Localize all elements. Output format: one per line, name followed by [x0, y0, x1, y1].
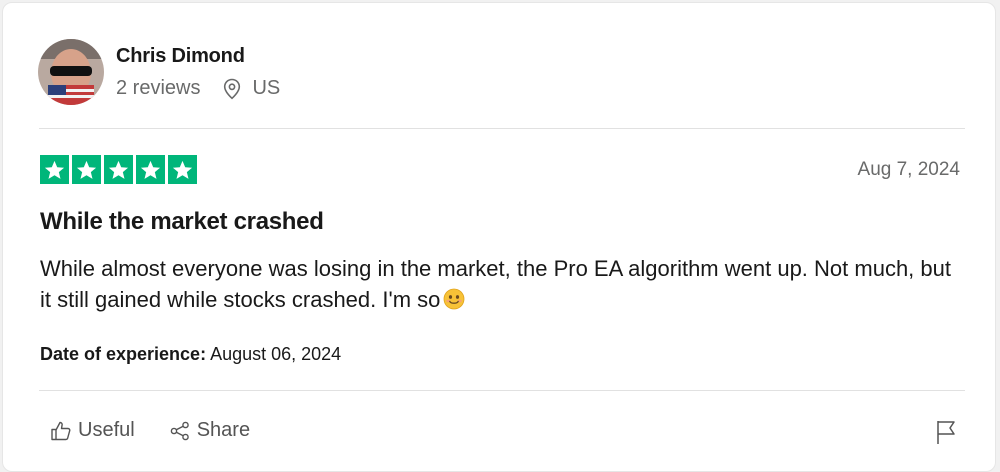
smiley-emoji-icon: [443, 287, 465, 310]
star-icon: [72, 155, 101, 184]
share-label: Share: [196, 419, 251, 441]
useful-button[interactable]: Useful: [50, 419, 135, 442]
share-button[interactable]: Share: [169, 419, 250, 442]
date-of-experience-label: Date of experience:: [40, 344, 207, 364]
reviewer-country: US: [252, 77, 281, 99]
star-icon: [168, 155, 197, 184]
date-of-experience-value: August 06, 2024: [210, 344, 342, 364]
share-icon: [170, 421, 189, 440]
review-date: Aug 7, 2024: [857, 159, 960, 180]
review-card: Chris Dimond 2 reviews US Aug 7, 2024 Wh…: [2, 2, 996, 472]
avatar[interactable]: [38, 39, 104, 105]
divider: [39, 128, 965, 129]
location-pin-icon: [222, 78, 242, 100]
reviews-count: 2 reviews: [116, 77, 201, 99]
review-title[interactable]: While the market crashed: [40, 208, 324, 236]
useful-label: Useful: [78, 419, 135, 441]
star-icon: [136, 155, 165, 184]
star-icon: [40, 155, 69, 184]
review-body-text: While almost everyone was losing in the …: [40, 256, 951, 312]
review-body: While almost everyone was losing in the …: [40, 253, 960, 315]
thumbs-up-icon: [51, 421, 71, 440]
flag-icon[interactable]: [935, 419, 957, 445]
star-icon: [104, 155, 133, 184]
reviewer-name[interactable]: Chris Dimond: [116, 45, 245, 68]
divider: [39, 390, 965, 391]
reviewer-meta: 2 reviews US: [116, 77, 280, 100]
review-actions: Useful Share: [50, 419, 284, 442]
star-rating: [40, 155, 197, 184]
date-of-experience: Date of experience: August 06, 2024: [40, 344, 341, 365]
